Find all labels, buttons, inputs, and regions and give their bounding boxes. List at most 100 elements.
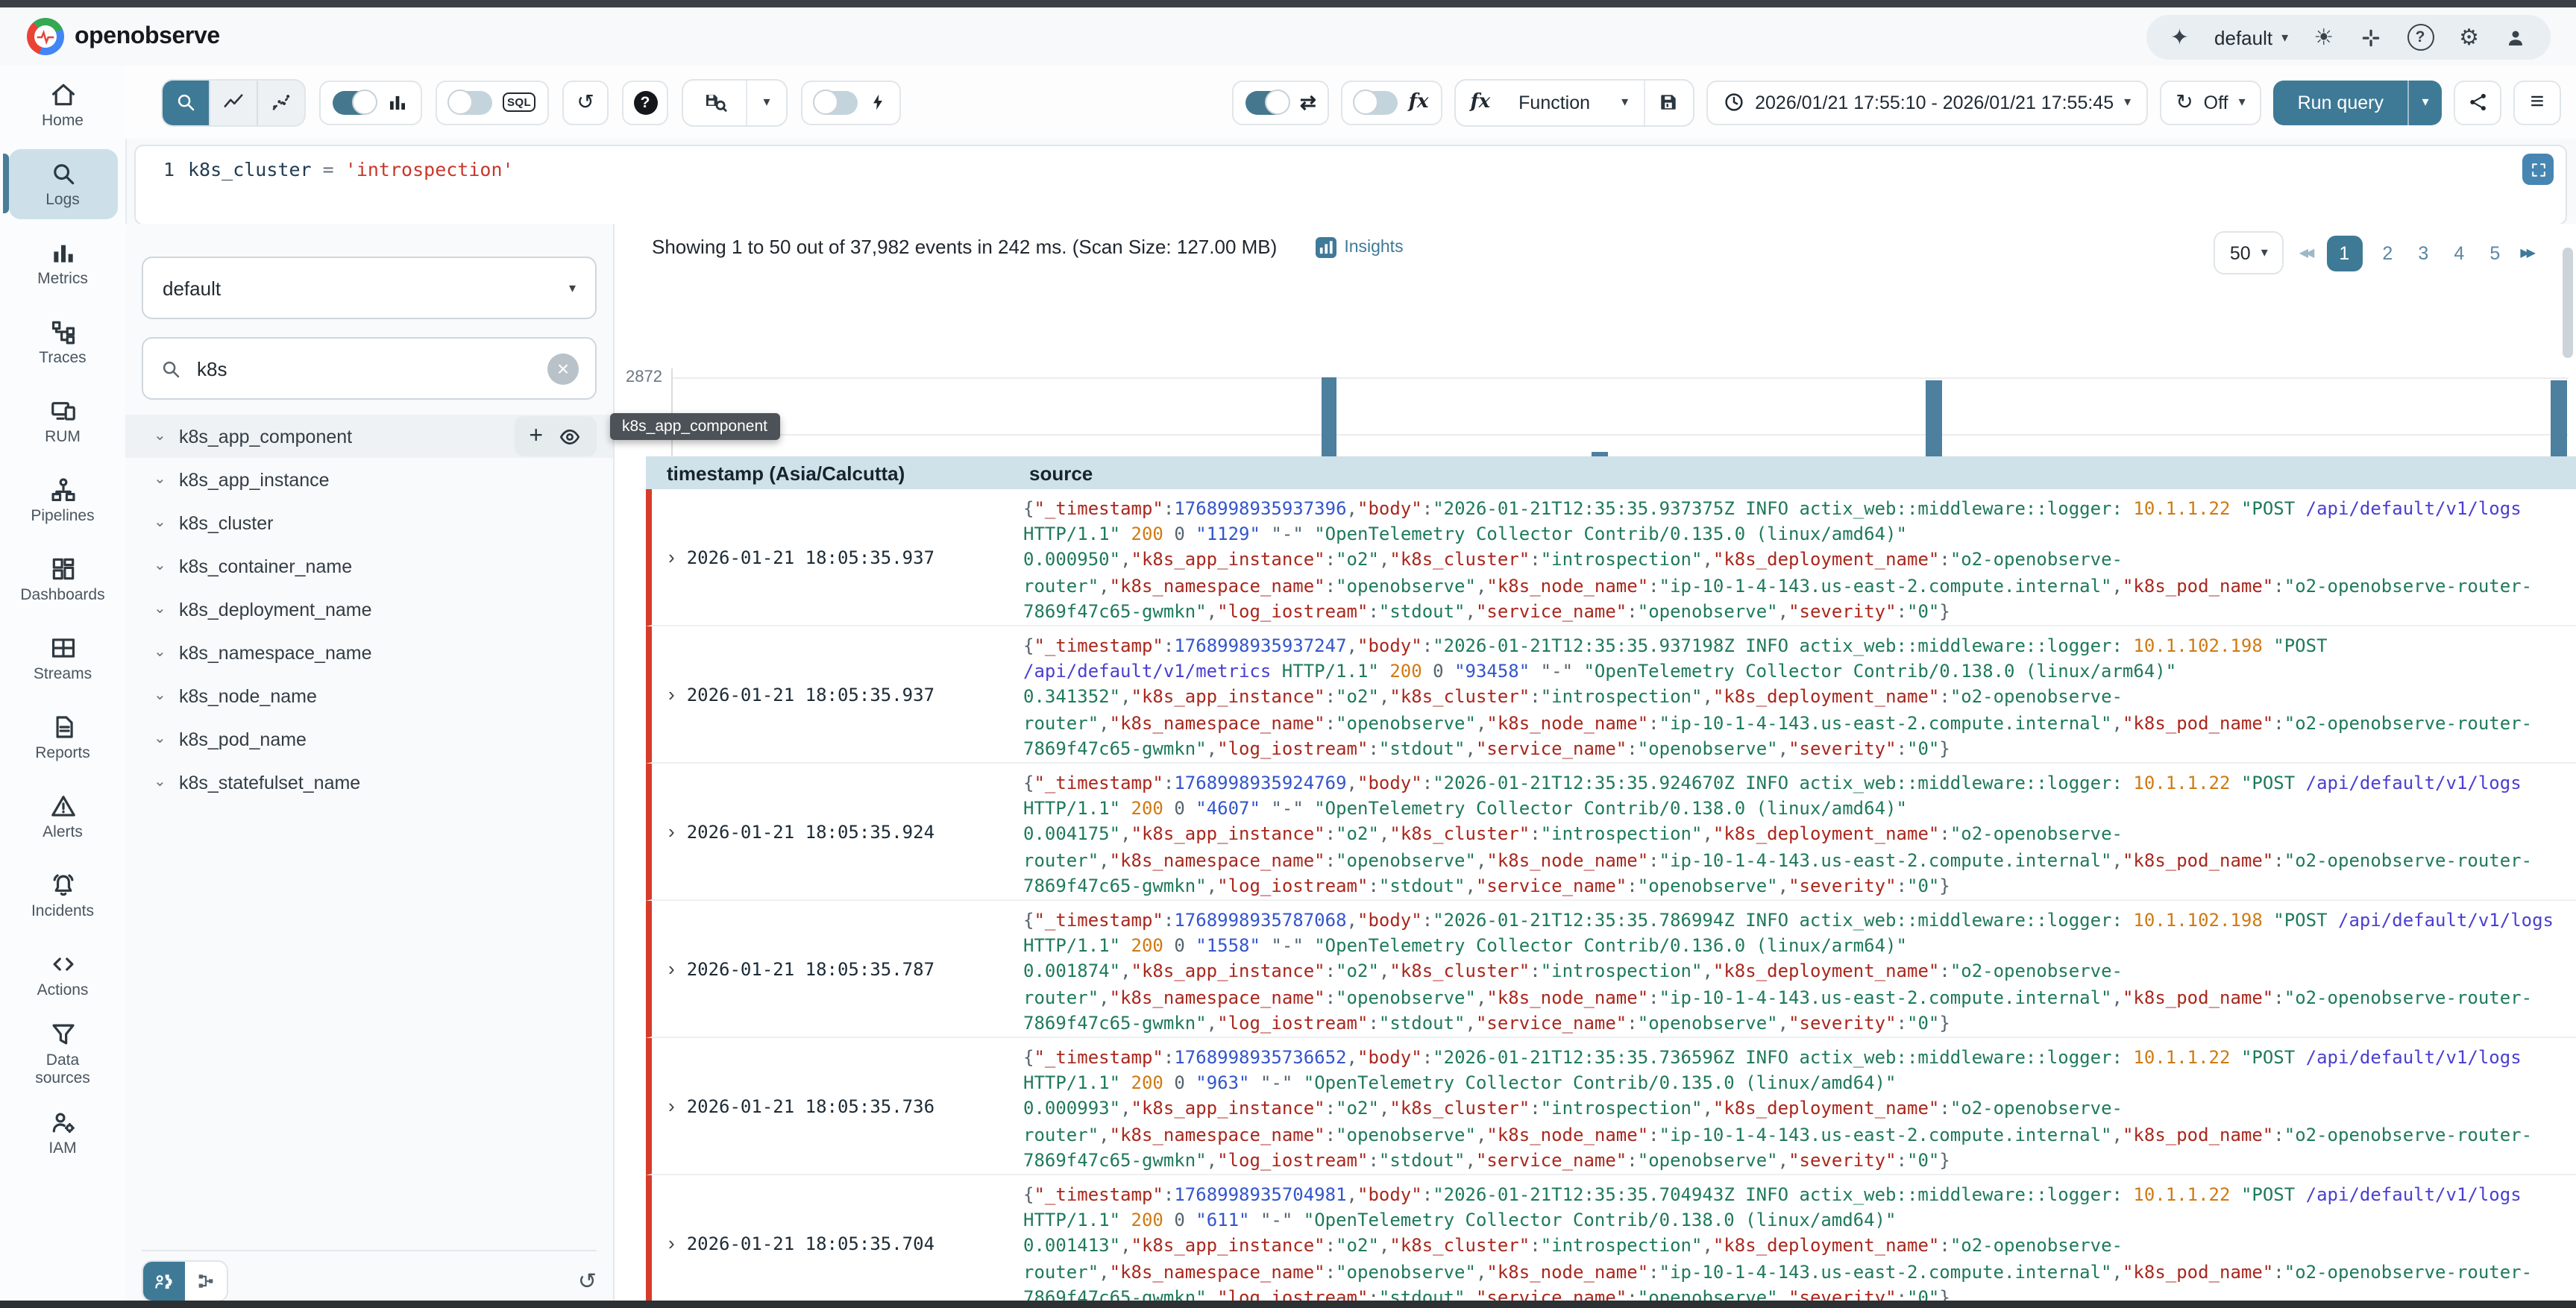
log-row[interactable]: ›2026-01-21 18:05:35.937{"_timestamp":17… xyxy=(646,489,2576,626)
field-row-k8s_namespace_name[interactable]: ⌄k8s_namespace_name xyxy=(125,631,613,674)
save-function-button[interactable] xyxy=(1643,80,1692,125)
fields-panel: default ▾ × ⌄k8s_app_component+⌄k8s_app_… xyxy=(125,224,613,1301)
query-editor[interactable]: 1 k8s_cluster = 'introspection' xyxy=(134,145,2567,225)
chevron-down-icon[interactable]: ⌄ xyxy=(154,688,179,704)
theme-toggle-icon[interactable]: ☀ xyxy=(2313,26,2334,48)
chevron-down-icon[interactable]: ⌄ xyxy=(154,601,179,617)
field-tooltip: k8s_app_component xyxy=(610,413,779,440)
saved-search-button[interactable] xyxy=(683,80,746,125)
sql-toggle[interactable] xyxy=(449,90,492,114)
view-field-icon[interactable] xyxy=(558,424,582,448)
expand-row-chevron[interactable]: › xyxy=(668,1095,675,1117)
trend-mode-button[interactable] xyxy=(210,80,258,125)
field-search-input[interactable] xyxy=(194,356,498,381)
help-icon[interactable]: ? xyxy=(2407,24,2434,51)
page-5[interactable]: 5 xyxy=(2484,242,2505,263)
page-4[interactable]: 4 xyxy=(2448,242,2469,263)
reset-query-button[interactable]: ↺ xyxy=(562,80,609,125)
chevron-down-icon[interactable]: ⌄ xyxy=(154,644,179,661)
query-help-button[interactable]: ? xyxy=(622,80,668,125)
insights-link[interactable]: Insights xyxy=(1316,236,1403,257)
field-row-k8s_node_name[interactable]: ⌄k8s_node_name xyxy=(125,674,613,717)
search-mode-button[interactable] xyxy=(163,80,210,125)
expand-row-chevron[interactable]: › xyxy=(668,958,675,980)
page-1[interactable]: 1 xyxy=(2326,235,2362,271)
chevron-down-icon[interactable]: ⌄ xyxy=(154,774,179,790)
field-row-k8s_deployment_name[interactable]: ⌄k8s_deployment_name xyxy=(125,588,613,631)
sidebar-item-streams[interactable]: Streams xyxy=(0,619,125,698)
ai-sparkle-icon[interactable]: ✦ xyxy=(2170,26,2189,48)
editor-expand-button[interactable] xyxy=(2522,154,2554,185)
chevron-down-icon[interactable]: ⌄ xyxy=(154,428,179,444)
sidebar-item-reports[interactable]: Reports xyxy=(0,698,125,777)
auto-refresh-dropdown[interactable]: ↻ Off ▾ xyxy=(2159,80,2261,125)
histogram-toggle-button[interactable] xyxy=(319,80,422,125)
date-range-picker[interactable]: 2026/01/21 17:55:10 - 2026/01/21 17:55:4… xyxy=(1706,80,2147,125)
expand-row-chevron[interactable]: › xyxy=(668,820,675,843)
sidebar-item-actions[interactable]: Actions xyxy=(0,935,125,1014)
quick-mode-toggle-button[interactable]: ⇄ xyxy=(1233,80,1330,125)
window-bottom-strip xyxy=(0,1301,2576,1308)
streaming-toggle[interactable] xyxy=(814,90,858,114)
scatter-mode-button[interactable] xyxy=(258,80,304,125)
settings-gear-icon[interactable]: ⚙ xyxy=(2459,26,2479,48)
field-row-k8s_container_name[interactable]: ⌄k8s_container_name xyxy=(125,544,613,588)
page-2[interactable]: 2 xyxy=(2377,242,2398,263)
first-page-icon[interactable]: ◀◀ xyxy=(2299,246,2312,260)
sql-mode-toggle-button[interactable]: SQL xyxy=(436,80,549,125)
quick-mode-toggle[interactable] xyxy=(1246,90,1289,114)
log-row[interactable]: ›2026-01-21 18:05:35.787{"_timestamp":17… xyxy=(646,901,2576,1038)
saved-search-dropdown[interactable]: ▾ xyxy=(746,80,786,125)
clear-search-icon[interactable]: × xyxy=(547,353,579,384)
share-button[interactable] xyxy=(2454,80,2501,125)
sidebar-item-traces[interactable]: Traces xyxy=(0,303,125,382)
log-row[interactable]: ›2026-01-21 18:05:35.736{"_timestamp":17… xyxy=(646,1038,2576,1175)
sidebar-item-pipelines[interactable]: Pipelines xyxy=(0,461,125,540)
last-page-icon[interactable]: ▶▶ xyxy=(2520,246,2533,260)
field-row-k8s_app_instance[interactable]: ⌄k8s_app_instance xyxy=(125,458,613,501)
run-query-dropdown[interactable]: ▾ xyxy=(2407,80,2442,125)
vrl-toggle[interactable] xyxy=(1355,90,1398,114)
stream-selector[interactable]: default ▾ xyxy=(142,257,597,319)
function-dropdown[interactable]: fx Function ▾ xyxy=(1455,80,1643,125)
log-row[interactable]: ›2026-01-21 18:05:35.937{"_timestamp":17… xyxy=(646,626,2576,764)
sidebar-item-home[interactable]: Home xyxy=(0,66,125,145)
sidebar-item-dashboards[interactable]: Dashboards xyxy=(0,540,125,619)
expand-row-chevron[interactable]: › xyxy=(668,546,675,568)
log-row[interactable]: ›2026-01-21 18:05:35.704{"_timestamp":17… xyxy=(646,1175,2576,1301)
add-field-icon[interactable]: + xyxy=(529,424,543,448)
all-fields-schema-button[interactable] xyxy=(185,1262,227,1301)
per-page-dropdown[interactable]: 50 ▾ xyxy=(2214,231,2284,274)
expand-row-chevron[interactable]: › xyxy=(668,1232,675,1254)
more-menu-button[interactable]: ≡ xyxy=(2513,80,2561,125)
sidebar-item-rum[interactable]: RUM xyxy=(0,382,125,461)
slack-icon[interactable] xyxy=(2359,26,2381,48)
field-row-k8s_cluster[interactable]: ⌄k8s_cluster xyxy=(125,501,613,544)
histogram-toggle[interactable] xyxy=(333,90,376,114)
run-query-button[interactable]: Run query xyxy=(2274,80,2407,125)
vrl-toggle-button[interactable]: fx xyxy=(1342,80,1442,125)
chevron-down-icon[interactable]: ⌄ xyxy=(154,515,179,531)
field-row-k8s_pod_name[interactable]: ⌄k8s_pod_name xyxy=(125,717,613,761)
log-row[interactable]: ›2026-01-21 18:05:35.924{"_timestamp":17… xyxy=(646,764,2576,901)
fields-panel-footer: ↺ xyxy=(142,1250,597,1302)
chevron-down-icon[interactable]: ⌄ xyxy=(154,471,179,488)
sidebar-item-incidents[interactable]: Incidents xyxy=(0,856,125,935)
field-row-k8s_statefulset_name[interactable]: ⌄k8s_statefulset_name xyxy=(125,761,613,804)
sidebar-item-logs[interactable]: Logs xyxy=(0,145,125,224)
chevron-down-icon[interactable]: ⌄ xyxy=(154,558,179,574)
sidebar-item-iam[interactable]: IAM xyxy=(0,1093,125,1172)
user-defined-schema-button[interactable] xyxy=(143,1262,185,1301)
org-selector[interactable]: default ▾ xyxy=(2214,26,2288,48)
refresh-fields-icon[interactable]: ↺ xyxy=(578,1268,597,1295)
page-3[interactable]: 3 xyxy=(2413,242,2434,263)
field-row-k8s_app_component[interactable]: ⌄k8s_app_component+ xyxy=(125,415,613,458)
sidebar-item-alerts[interactable]: Alerts xyxy=(0,777,125,856)
streaming-toggle-button[interactable] xyxy=(801,80,901,125)
sidebar-item-data-sources[interactable]: Datasources xyxy=(0,1014,125,1093)
sidebar-item-metrics[interactable]: Metrics xyxy=(0,224,125,303)
expand-row-chevron[interactable]: › xyxy=(668,683,675,705)
timestamp-column-header: timestamp (Asia/Calcutta) xyxy=(667,462,1029,484)
chevron-down-icon[interactable]: ⌄ xyxy=(154,731,179,747)
user-avatar-icon[interactable] xyxy=(2504,26,2527,48)
